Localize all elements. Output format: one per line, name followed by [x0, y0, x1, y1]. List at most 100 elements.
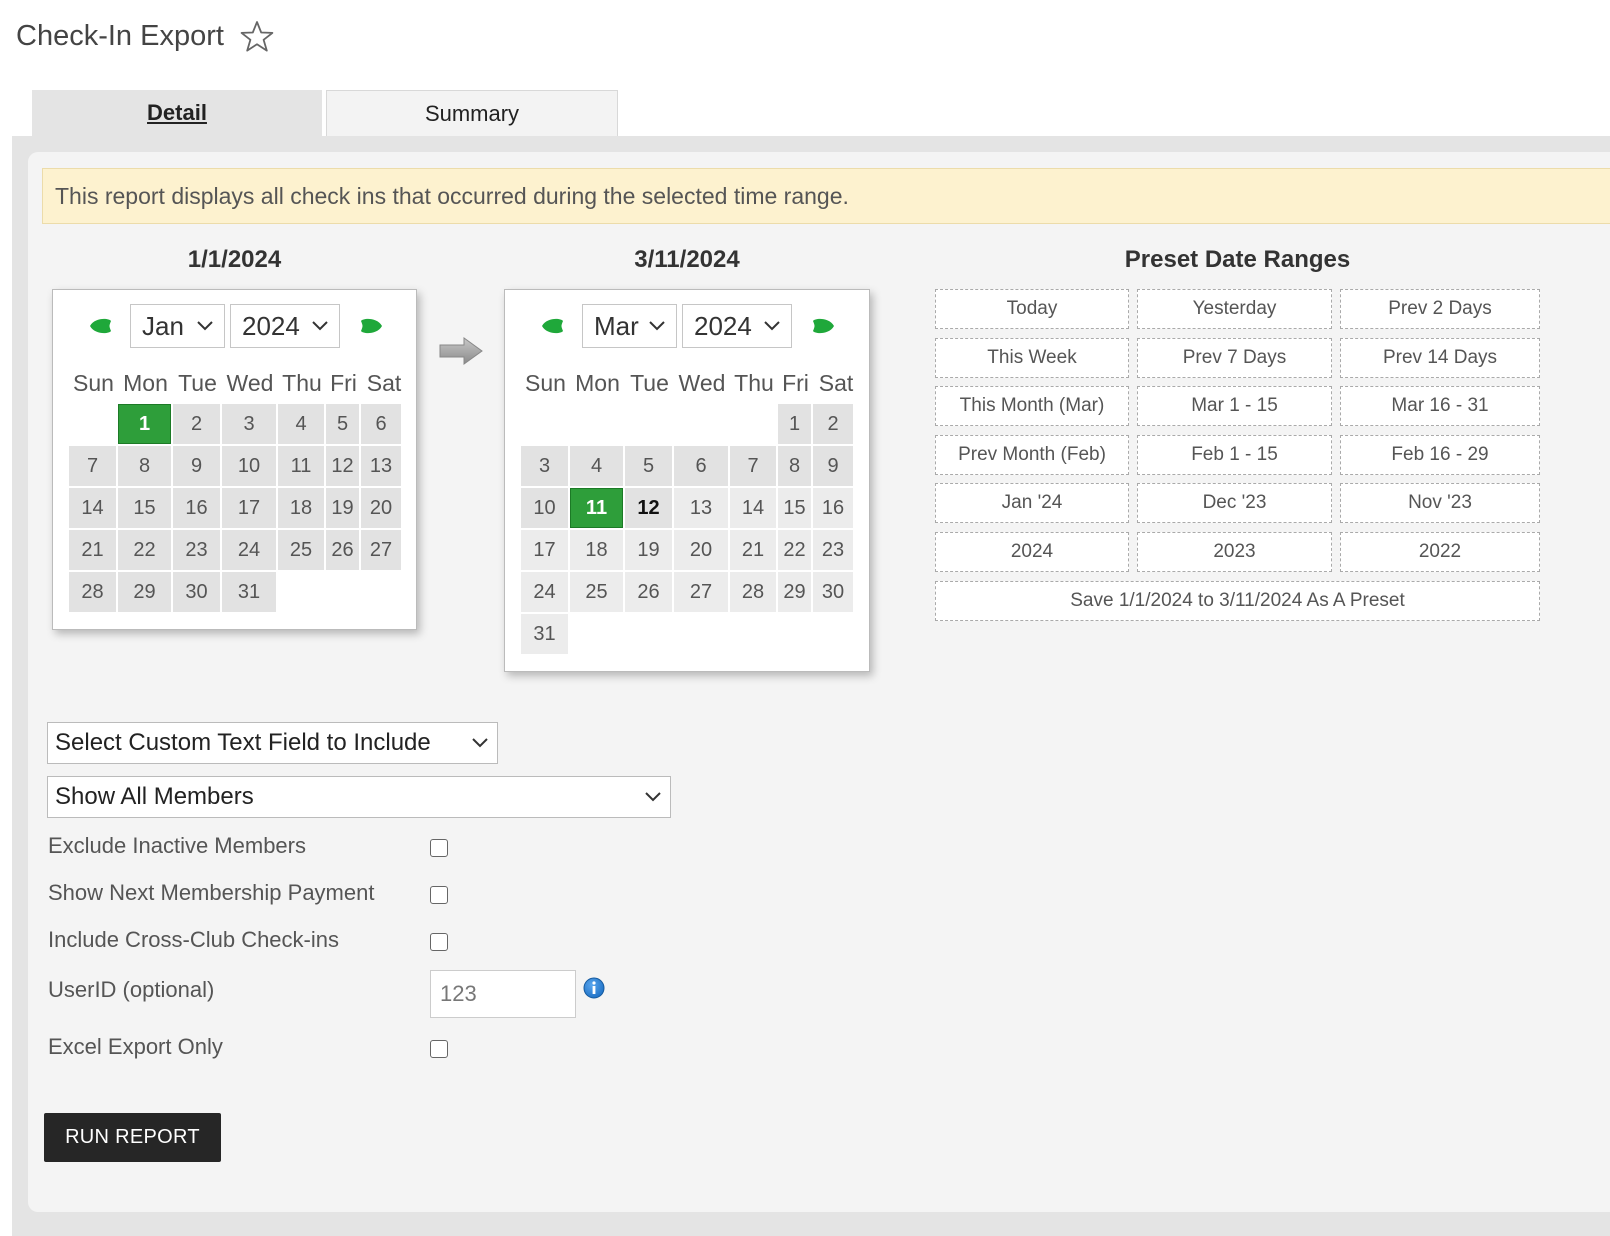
preset-range-button[interactable]: Feb 1 - 15 [1137, 434, 1332, 475]
calendar-day[interactable]: 29 [118, 572, 171, 612]
calendar-day[interactable]: 16 [173, 488, 220, 528]
next-month-icon[interactable] [360, 318, 382, 334]
preset-range-button[interactable]: 2023 [1137, 531, 1332, 572]
calendar-day[interactable]: 24 [521, 572, 568, 612]
preset-range-button[interactable]: Mar 16 - 31 [1340, 386, 1540, 426]
calendar-day[interactable]: 30 [173, 572, 220, 612]
preset-range-button[interactable]: Yesterday [1137, 289, 1332, 329]
calendar-day[interactable]: 8 [118, 446, 171, 486]
calendar-day[interactable]: 22 [118, 530, 171, 570]
calendar-day[interactable]: 23 [813, 530, 853, 570]
calendar-day[interactable]: 7 [69, 446, 116, 486]
calendar-day[interactable]: 14 [730, 488, 776, 528]
cross-club-checkbox[interactable] [430, 933, 448, 951]
calendar-day[interactable]: 2 [173, 404, 220, 444]
calendar-day[interactable]: 9 [173, 446, 220, 486]
userid-input[interactable]: 123 [430, 970, 576, 1018]
calendar-day[interactable]: 11 [570, 488, 623, 528]
calendar-day[interactable]: 17 [521, 530, 568, 570]
calendar-day[interactable]: 26 [326, 530, 359, 570]
calendar-day[interactable]: 15 [118, 488, 171, 528]
calendar-day[interactable]: 25 [278, 530, 324, 570]
next-month-icon[interactable] [812, 318, 834, 334]
tab-detail[interactable]: Detail [32, 90, 322, 136]
calendar-day[interactable]: 20 [674, 530, 728, 570]
calendar-day[interactable]: 25 [570, 572, 623, 612]
calendar-day[interactable]: 27 [361, 530, 401, 570]
custom-text-field-select[interactable]: Select Custom Text Field to Include [47, 722, 498, 764]
calendar-day[interactable]: 6 [361, 404, 401, 444]
preset-range-button[interactable]: Prev Month (Feb) [935, 434, 1129, 475]
calendar-day[interactable]: 2 [813, 404, 853, 444]
star-icon[interactable] [240, 20, 274, 54]
preset-range-button[interactable]: Nov '23 [1340, 483, 1540, 523]
calendar-day[interactable]: 30 [813, 572, 853, 612]
calendar-day[interactable]: 14 [69, 488, 116, 528]
calendar-day[interactable]: 26 [625, 572, 672, 612]
previous-month-icon[interactable] [90, 318, 112, 334]
calendar-day[interactable]: 20 [361, 488, 401, 528]
preset-range-button[interactable]: Prev 2 Days [1340, 289, 1540, 329]
calendar-day[interactable]: 13 [674, 488, 728, 528]
preset-range-button[interactable]: This Week [935, 337, 1129, 378]
calendar-day[interactable]: 3 [222, 404, 276, 444]
end-year-select[interactable]: 2024 [682, 304, 792, 348]
preset-range-button[interactable]: Feb 16 - 29 [1340, 434, 1540, 475]
run-report-button[interactable]: RUN REPORT [44, 1113, 221, 1162]
preset-range-button[interactable]: 2024 [935, 531, 1129, 572]
calendar-day[interactable]: 15 [778, 488, 811, 528]
preset-range-button[interactable]: Dec '23 [1137, 483, 1332, 523]
member-filter-select[interactable]: Show All Members [47, 776, 671, 818]
calendar-day[interactable]: 28 [69, 572, 116, 612]
calendar-day[interactable]: 5 [326, 404, 359, 444]
calendar-day[interactable]: 10 [521, 488, 568, 528]
start-year-select[interactable]: 2024 [230, 304, 340, 348]
calendar-day[interactable]: 23 [173, 530, 220, 570]
preset-range-button[interactable]: Jan '24 [935, 483, 1129, 523]
preset-range-button[interactable]: Prev 7 Days [1137, 337, 1332, 378]
end-month-select[interactable]: Mar [582, 304, 677, 348]
calendar-day[interactable]: 31 [521, 614, 568, 654]
calendar-day[interactable]: 17 [222, 488, 276, 528]
save-preset-button[interactable]: Save 1/1/2024 to 3/11/2024 As A Preset [935, 581, 1540, 621]
calendar-day[interactable]: 16 [813, 488, 853, 528]
preset-range-button[interactable]: Mar 1 - 15 [1137, 386, 1332, 426]
calendar-day[interactable]: 21 [69, 530, 116, 570]
calendar-day[interactable]: 18 [570, 530, 623, 570]
calendar-day[interactable]: 1 [118, 404, 171, 444]
preset-range-button[interactable]: This Month (Mar) [935, 386, 1129, 426]
calendar-day[interactable]: 5 [625, 446, 672, 486]
calendar-day[interactable]: 21 [730, 530, 776, 570]
preset-range-button[interactable]: Today [935, 289, 1129, 329]
calendar-day[interactable]: 27 [674, 572, 728, 612]
calendar-day[interactable]: 10 [222, 446, 276, 486]
calendar-day[interactable]: 31 [222, 572, 276, 612]
exclude-inactive-checkbox[interactable] [430, 839, 448, 857]
next-payment-checkbox[interactable] [430, 886, 448, 904]
calendar-day[interactable]: 12 [625, 488, 672, 528]
calendar-day[interactable]: 12 [326, 446, 359, 486]
calendar-day[interactable]: 7 [730, 446, 776, 486]
tab-summary[interactable]: Summary [326, 90, 618, 136]
previous-month-icon[interactable] [542, 318, 564, 334]
calendar-day[interactable]: 19 [625, 530, 672, 570]
info-icon[interactable] [583, 977, 605, 999]
calendar-day[interactable]: 24 [222, 530, 276, 570]
preset-range-button[interactable]: Prev 14 Days [1340, 337, 1540, 378]
calendar-day[interactable]: 19 [326, 488, 359, 528]
calendar-day[interactable]: 8 [778, 446, 811, 486]
calendar-day[interactable]: 3 [521, 446, 568, 486]
calendar-day[interactable]: 28 [730, 572, 776, 612]
calendar-day[interactable]: 22 [778, 530, 811, 570]
calendar-day[interactable]: 4 [570, 446, 623, 486]
calendar-day[interactable]: 18 [278, 488, 324, 528]
calendar-day[interactable]: 11 [278, 446, 324, 486]
start-month-select[interactable]: Jan [130, 304, 225, 348]
excel-only-checkbox[interactable] [430, 1040, 448, 1058]
calendar-day[interactable]: 4 [278, 404, 324, 444]
calendar-day[interactable]: 13 [361, 446, 401, 486]
calendar-day[interactable]: 6 [674, 446, 728, 486]
calendar-day[interactable]: 9 [813, 446, 853, 486]
calendar-day[interactable]: 29 [778, 572, 811, 612]
preset-range-button[interactable]: 2022 [1340, 531, 1540, 572]
